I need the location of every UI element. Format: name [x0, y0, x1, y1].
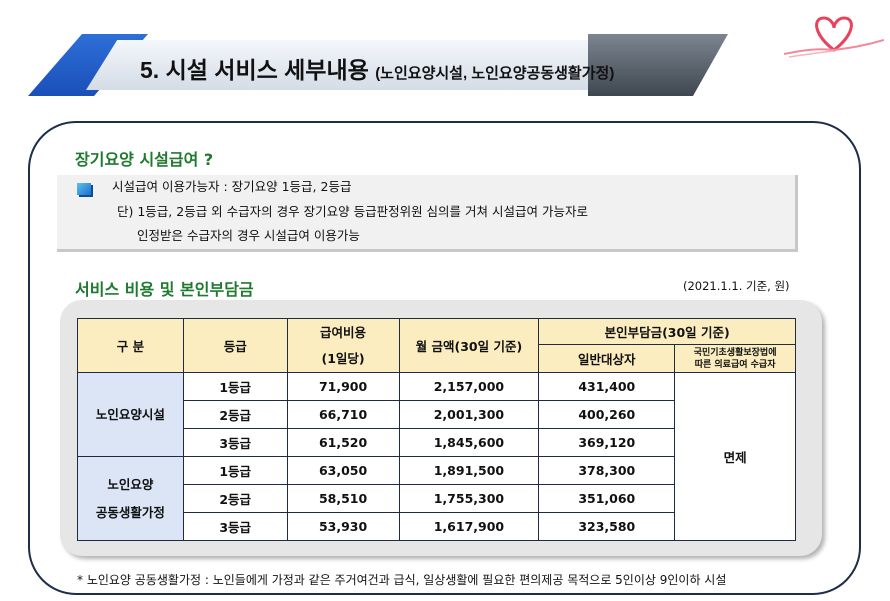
cell-grade: 3등급 — [182, 512, 288, 541]
eligibility-line-2: 단) 1등급, 2등급 외 수급자의 경우 장기요양 등급판정위원 심의를 거쳐… — [117, 204, 588, 219]
header-monthly: 월 금액(30일 기준) — [398, 318, 540, 373]
section-title-cost: 서비스 비용 및 본인부담금 — [75, 280, 254, 299]
page-title: 5. 시설 서비스 세부내용 (노인요양시설, 노인요양공동생활가정) — [140, 51, 614, 85]
page-title-subtitle: (노인요양시설, 노인요양공동생활가정) — [375, 65, 615, 82]
header-copay: 본인부담금(30일 기준) — [538, 318, 796, 345]
cell-grade: 3등급 — [182, 428, 288, 457]
cell-monthly: 1,755,300 — [398, 484, 540, 513]
cell-monthly: 2,157,000 — [398, 372, 540, 401]
group-home-line2: 공동생활가정 — [95, 504, 165, 520]
cell-monthly: 1,617,900 — [398, 512, 540, 541]
cell-daily: 66,710 — [286, 400, 400, 429]
cell-grade: 1등급 — [182, 456, 288, 485]
eligibility-line-3: 인정받은 수급자의 경우 시설급여 이용가능 — [137, 228, 360, 243]
header-category: 구 분 — [77, 318, 184, 373]
cell-monthly: 1,891,500 — [398, 456, 540, 485]
cell-daily: 58,510 — [286, 484, 400, 513]
cell-daily: 71,900 — [286, 372, 400, 401]
group-nursing-facility: 노인요양시설 — [77, 372, 184, 457]
cost-table: 구 분 등급 급여비용 (1일당) 월 금액(30일 기준) 본인부담금(30일… — [77, 318, 796, 541]
cell-copay: 323,580 — [538, 512, 676, 541]
cell-daily: 53,930 — [286, 512, 400, 541]
cell-copay: 400,260 — [538, 400, 676, 429]
header-medicaid-line1: 국민기초생활보장법에 — [693, 347, 777, 358]
section-title-facility-benefit: 장기요양 시설급여 ? — [75, 150, 214, 169]
cell-grade: 2등급 — [182, 400, 288, 429]
group-group-home: 노인요양 공동생활가정 — [77, 456, 184, 541]
header-medicaid-line2: 따른 의료급여 수급자 — [694, 359, 776, 370]
cell-grade: 2등급 — [182, 484, 288, 513]
table-row: 노인요양시설 1등급 71,900 2,157,000 431,400 면제 — [77, 372, 796, 541]
header-daily-cost: 급여비용 (1일당) — [286, 318, 400, 373]
cell-copay: 369,120 — [538, 428, 676, 457]
eligibility-note-box: 시설급여 이용가능자 : 장기요양 1등급, 2등급 단) 1등급, 2등급 외… — [57, 175, 798, 252]
footnote: * 노인요양 공동생활가정 : 노인들에게 가정과 같은 주거여건과 급식, 일… — [77, 573, 727, 587]
cell-monthly: 1,845,600 — [398, 428, 540, 457]
title-banner: 5. 시설 서비스 세부내용 (노인요양시설, 노인요양공동생활가정) — [28, 34, 728, 96]
header-grade: 등급 — [182, 318, 288, 373]
header-general: 일반대상자 — [538, 344, 676, 373]
cell-grade: 1등급 — [182, 372, 288, 401]
cell-exempt: 면제 — [674, 372, 796, 541]
cell-daily: 63,050 — [286, 456, 400, 485]
group-home-line1: 노인요양 — [107, 476, 154, 492]
cell-daily: 61,520 — [286, 428, 400, 457]
cell-copay: 351,060 — [538, 484, 676, 513]
cell-copay: 431,400 — [538, 372, 676, 401]
cube-bullet-icon — [77, 183, 91, 195]
cell-monthly: 2,001,300 — [398, 400, 540, 429]
ribbon-heart-icon — [784, 16, 884, 58]
page-title-main: 5. 시설 서비스 세부내용 — [140, 57, 369, 83]
header-daily-line2: (1일당) — [321, 350, 365, 366]
cell-copay: 378,300 — [538, 456, 676, 485]
eligibility-line-1: 시설급여 이용가능자 : 장기요양 1등급, 2등급 — [112, 179, 352, 194]
basis-date-note: (2021.1.1. 기준, 원) — [683, 279, 790, 293]
header-daily-line1: 급여비용 — [320, 324, 367, 340]
header-medicaid: 국민기초생활보장법에 따른 의료급여 수급자 — [674, 344, 796, 373]
